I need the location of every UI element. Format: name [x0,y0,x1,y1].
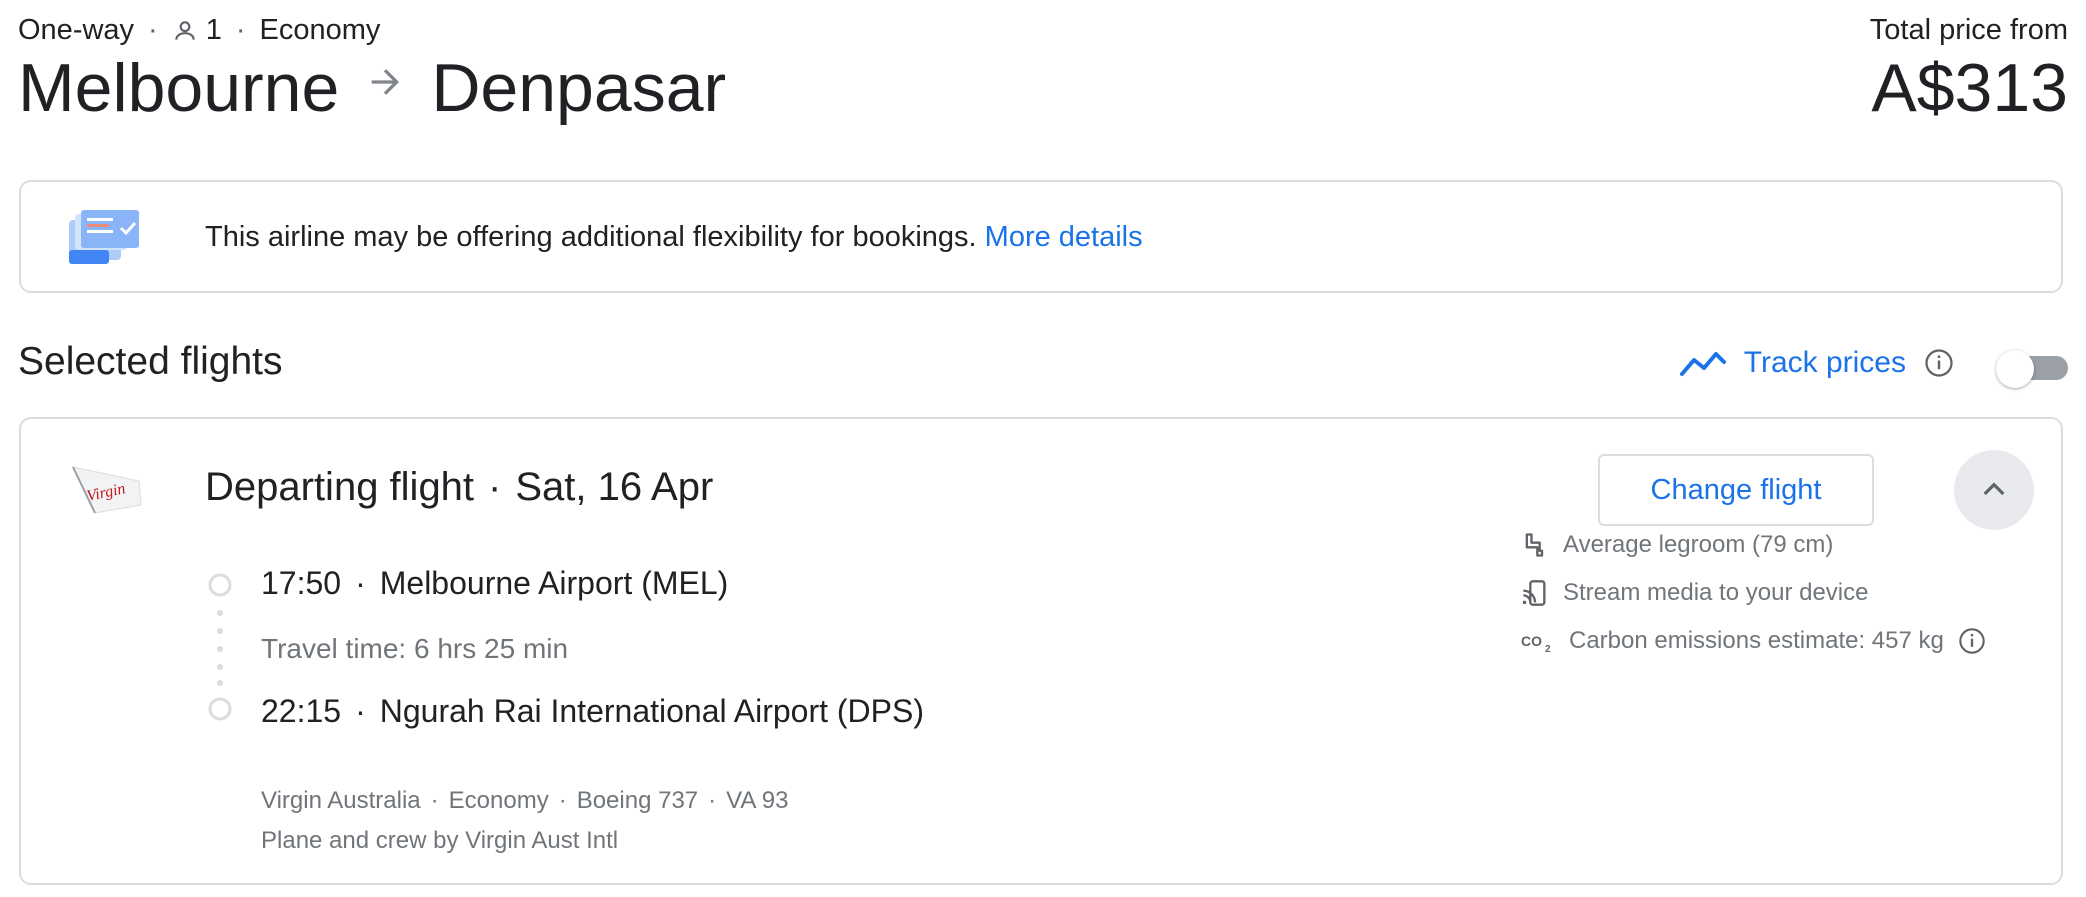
cabin-class[interactable]: Economy [260,14,381,47]
amenity-label: Carbon emissions estimate: 457 kg [1569,627,1944,654]
aircraft-type: Boeing 737 [576,787,699,814]
destination-city: Denpasar [431,50,727,126]
track-prices[interactable]: Track prices [1679,346,1954,380]
flight-date: Sat, 16 Apr [515,465,714,509]
total-price: A$313 [1871,50,2068,126]
arrival-row: 22:15 · Ngurah Rai International Airport… [261,693,924,730]
passengers[interactable]: 1 [172,14,222,47]
flight-details: Virgin Australia · Economy · Boeing 737 · VA 9… [261,781,788,861]
departure-airport: Melbourne Airport (MEL) [379,565,729,601]
route-title: Melbourne Denpasar [18,48,726,130]
legroom-seat-icon [1525,533,1544,557]
person-icon [174,20,195,40]
arrival-time: 22:15 [261,693,342,729]
separator-dot: · [235,14,246,46]
amenity-emissions: CO 2 Carbon emissions estimate: 457 kg [1521,627,1986,655]
arrow-right-icon [365,62,405,115]
stream-media-icon [1522,580,1546,606]
co2-icon: CO 2 [1521,633,1551,655]
operator-note: Plane and crew by Virgin Aust Intl [261,827,619,854]
cabin-class: Economy [448,787,549,814]
info-icon[interactable] [1958,627,1986,655]
departure-time: 17:50 [261,565,342,601]
more-details-link[interactable]: More details [985,221,1143,253]
separator-dot: · [488,465,502,509]
banner-message: This airline may be offering additional … [205,220,1143,254]
separator-dot: · [355,565,366,601]
separator-dot: · [148,14,158,46]
trip-summary: One-way · 1 · Economy [18,14,380,47]
amenity-legroom: Average legroom (79 cm) [1521,531,1833,559]
flight-direction: Departing flight [205,465,475,509]
toggle-knob [1996,350,2034,388]
origin-city: Melbourne [18,50,340,126]
change-flight-button[interactable]: Change flight [1598,454,1874,526]
amenity-stream: Stream media to your device [1521,579,1868,607]
flexibility-banner: This airline may be offering additional … [19,180,2063,293]
flexible-booking-icon [69,210,139,264]
amenity-label: Average legroom (79 cm) [1563,531,1834,558]
virgin-australia-logo: Virgin [72,466,142,514]
departure-row: 17:50 · Melbourne Airport (MEL) [261,565,728,602]
flight-attributes: Virgin Australia · Economy · Boeing 737 · VA 9… [261,787,789,814]
section-title: Selected flights [18,340,283,383]
travel-time: Travel time: 6 hrs 25 min [261,633,569,664]
flight-timeline [208,573,232,721]
svg-text:CO: CO [1521,633,1542,649]
amenity-label: Stream media to your device [1563,579,1869,606]
flight-card: Virgin Departing flight · Sat, 16 Apr Ch… [19,417,2063,885]
info-icon[interactable] [1924,348,1954,378]
trending-up-icon [1679,352,1726,376]
banner-text: This airline may be offering additional … [205,221,977,253]
flight-heading: Departing flight · Sat, 16 Apr [205,465,713,510]
flight-number: VA 93 [726,787,789,814]
airline-name: Virgin Australia [261,787,421,814]
passenger-count: 1 [205,14,222,46]
price-label: Total price from [1869,14,2068,46]
collapse-button[interactable] [1954,450,2034,530]
trip-type[interactable]: One-way [18,14,134,47]
chevron-up-icon [1983,482,2005,496]
separator-dot: · [355,693,366,729]
track-prices-toggle[interactable] [1996,350,2068,388]
svg-text:2: 2 [1545,644,1551,655]
arrival-airport: Ngurah Rai International Airport (DPS) [379,693,924,729]
track-prices-label[interactable]: Track prices [1744,346,1906,380]
